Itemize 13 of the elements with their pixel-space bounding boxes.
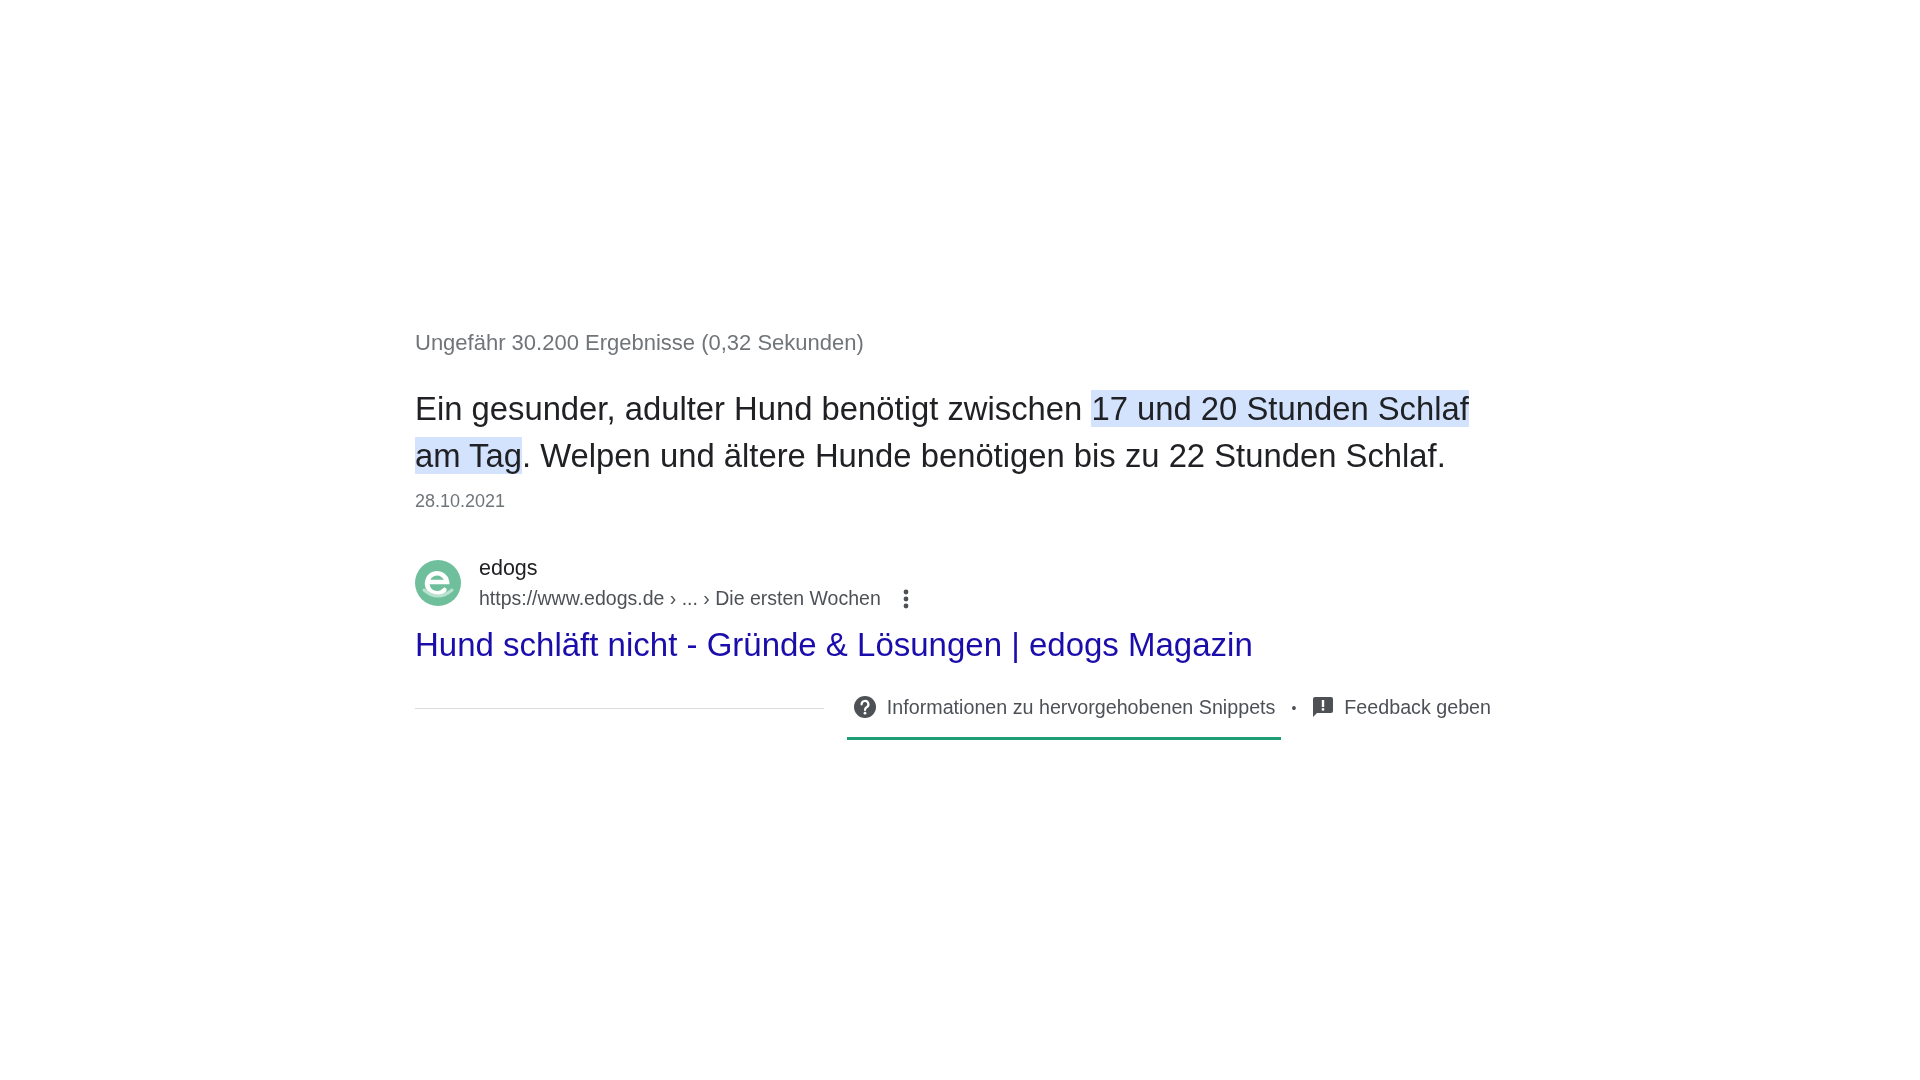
site-logo-icon xyxy=(415,560,461,606)
result-title-link[interactable]: Hund schläft nicht - Gründe & Lösungen | edogs Magazin xyxy=(415,626,1253,664)
help-icon xyxy=(853,696,876,718)
feedback-link[interactable]: Feedback geben xyxy=(1306,676,1497,740)
snippets-info-link[interactable]: Informationen zu hervorgehobenen Snippets xyxy=(846,676,1282,740)
site-name: edogs xyxy=(479,556,539,581)
more-options-icon[interactable] xyxy=(902,588,909,609)
separator-text: • xyxy=(1291,700,1297,716)
result-stats-text: Ungefähr 30.200 Ergebnisse (0,32 Sekunden) xyxy=(415,330,864,356)
breadcrumb-url: https://www.edogs.de › ... › Die ersten Wochen xyxy=(479,587,881,610)
snippet-answer-text: Ein gesunder, adulter Hund benötigt zwischen 17 und 20 Stunden Schlaf am Tag. Welpen und ältere Hunde benötigen bis zu 22 Stunden Schlaf. xyxy=(415,389,1470,476)
feedback-icon xyxy=(1313,697,1334,717)
snippet-date: 28.10.2021 xyxy=(415,490,506,512)
